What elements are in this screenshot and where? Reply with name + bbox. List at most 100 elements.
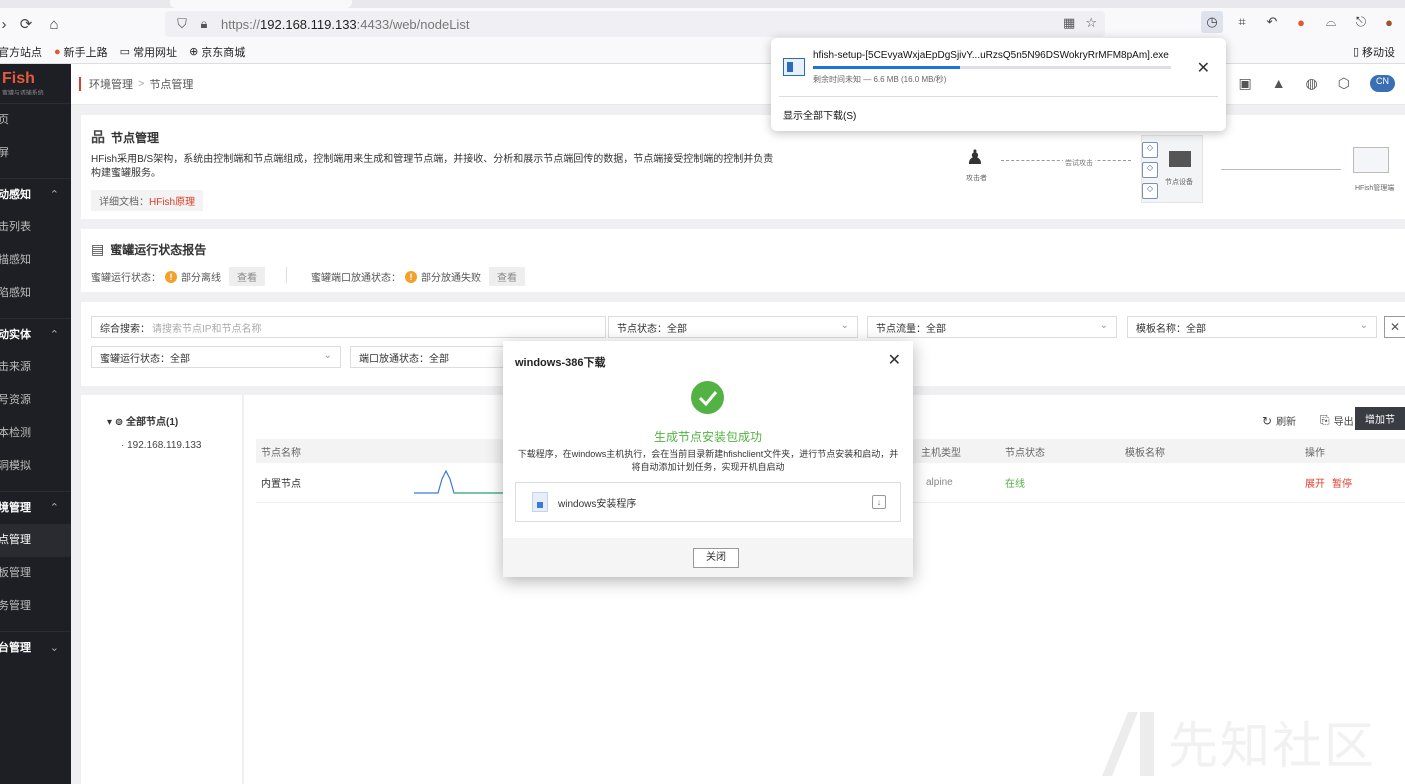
url-text[interactable]: https://192.168.119.133:4433/web/nodeLis… bbox=[221, 17, 469, 32]
sidebar-item-template[interactable]: 板管理 bbox=[0, 557, 71, 590]
installer-file[interactable]: windows安装程序 ↓ bbox=[515, 482, 901, 522]
sidebar-item-account[interactable]: 号资源 bbox=[0, 384, 71, 417]
server-label: HFish管理端 bbox=[1355, 185, 1395, 192]
template-select[interactable]: 模板名称：全部 ⌄ bbox=[1127, 316, 1377, 338]
clear-filter-button[interactable]: ✕ bbox=[1384, 316, 1405, 338]
view-port-button[interactable]: 查看 bbox=[489, 267, 525, 286]
header-op: 操作 bbox=[1305, 447, 1325, 459]
shield-icon: ◇ bbox=[1142, 162, 1158, 178]
qr-icon[interactable]: ▦ bbox=[1063, 15, 1075, 31]
node-tree: ▾ ⊚ 全部节点(1) · 192.168.119.133 bbox=[81, 395, 243, 784]
cookie-icon[interactable]: ● bbox=[1378, 11, 1400, 33]
run-status: 蜜罐运行状态：! 部分离线 查看 bbox=[91, 267, 265, 286]
extension-icon[interactable]: ● bbox=[1290, 11, 1312, 33]
doc-link-box: 详细文档：HFish原理 bbox=[91, 190, 204, 211]
folder-icon: ▭ bbox=[119, 46, 131, 58]
shield-icon[interactable]: ⛉ bbox=[173, 16, 191, 32]
watermark-logo bbox=[1102, 712, 1154, 776]
screen-icon[interactable]: ▣ bbox=[1238, 75, 1251, 92]
sidebar-item-screen[interactable]: 屏 bbox=[0, 137, 71, 170]
watermark: 先知社区 bbox=[1098, 706, 1376, 778]
globe-icon: ⊕ bbox=[189, 46, 199, 58]
tree-root[interactable]: ▾ ⊚ 全部节点(1) bbox=[107, 413, 178, 428]
firefox-icon: ● bbox=[54, 45, 61, 58]
download-panel: hfish-setup-[5CEvyaWxjaEpDgSjivY...uRzsQ… bbox=[771, 38, 1226, 131]
bookmark-mobile[interactable]: ▯ 移动设 bbox=[1353, 44, 1395, 60]
sidebar-item-attack-list[interactable]: 击列表 bbox=[0, 211, 71, 244]
settings-icon[interactable]: ⬡ bbox=[1338, 75, 1350, 92]
close-button[interactable]: 关闭 bbox=[693, 548, 739, 568]
sidebar-group-entity[interactable]: 动实体 ⌃ bbox=[0, 318, 71, 351]
add-node-button[interactable]: 增加节 bbox=[1355, 407, 1405, 430]
forward-icon[interactable]: › bbox=[0, 14, 14, 34]
toolbar: › ⟳ ⌂ ⛉ 🔒︎ https://192.168.119.133:4433/… bbox=[0, 8, 1405, 40]
attempt-label: 尝试攻击 bbox=[1063, 158, 1095, 168]
sidebar-item-node[interactable]: 点管理 bbox=[0, 524, 71, 557]
reload-icon[interactable]: ⟳ bbox=[16, 14, 36, 34]
lock-icon[interactable]: 🔒︎ bbox=[195, 16, 213, 32]
honeypot-status-select[interactable]: 蜜罐运行状态：全部 ⌄ bbox=[91, 346, 341, 368]
pause-link[interactable]: 暂停 bbox=[1332, 463, 1352, 502]
current-tab[interactable] bbox=[170, 0, 352, 8]
intro-title: 品节点管理 bbox=[91, 129, 160, 145]
bookmark-official[interactable]: 官方站点 bbox=[0, 44, 42, 60]
sidebar-item-source[interactable]: 击来源 bbox=[0, 351, 71, 384]
download-icon[interactable]: ↓ bbox=[872, 495, 886, 509]
shield-icon: ◇ bbox=[1142, 142, 1158, 158]
star-icon[interactable]: ☆ bbox=[1085, 15, 1097, 31]
node-flow-select[interactable]: 节点流量：全部 ⌄ bbox=[867, 316, 1117, 338]
download-meta: 剩余时间未知 — 6.6 MB (16.0 MB/秒) bbox=[813, 75, 947, 84]
success-text: 生成节点安装包成功 bbox=[653, 430, 762, 444]
undo-icon[interactable]: ↶ bbox=[1261, 11, 1283, 33]
caret-down-icon: ▾ bbox=[107, 417, 115, 428]
progress-fill bbox=[813, 66, 960, 69]
wechat-icon[interactable]: ◍ bbox=[1306, 75, 1318, 92]
chevron-up-icon: ⌃ bbox=[49, 329, 59, 341]
sidebar-item-trap[interactable]: 陷感知 bbox=[0, 277, 71, 310]
cancel-download-icon[interactable]: ✕ bbox=[1197, 58, 1210, 78]
exe-file-icon bbox=[783, 58, 805, 76]
crop-icon[interactable]: ⌗ bbox=[1231, 11, 1253, 33]
monitor-icon bbox=[1353, 147, 1389, 173]
modal-message: 下载程序，在windows主机执行，会在当前目录新建hfishclient文件夹… bbox=[517, 449, 899, 472]
sidebar-group-platform[interactable]: 台管理 ⌄ bbox=[0, 631, 71, 664]
sidebar-item-home[interactable]: 页 bbox=[0, 104, 71, 137]
sidebar-group-perception[interactable]: 动感知 ⌃ bbox=[0, 178, 71, 211]
close-icon[interactable]: ✕ bbox=[888, 350, 901, 370]
sidebar-group-env[interactable]: 境管理 ⌃ bbox=[0, 491, 71, 524]
breadcrumb-env[interactable]: 环境管理 bbox=[89, 76, 133, 92]
tree-leaf[interactable]: · 192.168.119.133 bbox=[121, 440, 201, 451]
expand-link[interactable]: 展开 bbox=[1305, 463, 1325, 502]
cell-name: 内置节点 bbox=[261, 479, 301, 490]
node-group-icon: ⊚ bbox=[114, 417, 126, 428]
search-input[interactable]: 综合搜索： 请搜索节点IP和节点名称 bbox=[91, 316, 606, 338]
download-filename[interactable]: hfish-setup-[5CEvyaWxjaEpDgSjivY...uRzsQ… bbox=[813, 50, 1169, 61]
share-icon[interactable]: ⎋ bbox=[1350, 11, 1372, 33]
mask-icon[interactable]: ⌓ bbox=[1320, 11, 1342, 33]
mobile-icon: ▯ bbox=[1352, 46, 1359, 58]
view-run-button[interactable]: 查看 bbox=[229, 267, 265, 286]
header-template: 模板名称 bbox=[1125, 447, 1165, 459]
sidebar-item-sample[interactable]: 本检测 bbox=[0, 417, 71, 450]
home-icon[interactable]: ⌂ bbox=[44, 14, 64, 34]
sidebar-item-vuln[interactable]: 洞模拟 bbox=[0, 450, 71, 483]
attacker-label: 攻击者 bbox=[966, 175, 987, 182]
sidebar-item-service[interactable]: 务管理 bbox=[0, 590, 71, 623]
rocket-icon[interactable]: ▲ bbox=[1272, 75, 1286, 92]
address-bar[interactable]: ⛉ 🔒︎ https://192.168.119.133:4433/web/no… bbox=[165, 11, 1105, 37]
download-progress bbox=[813, 66, 1171, 69]
downloads-icon[interactable]: ◷ bbox=[1201, 11, 1223, 33]
show-all-downloads[interactable]: 显示全部下载(S) bbox=[783, 107, 856, 122]
refresh-button[interactable]: ↻ 刷新 bbox=[1262, 413, 1296, 429]
file-icon bbox=[532, 492, 548, 512]
bookmark-newbie[interactable]: ● 新手上路 bbox=[54, 44, 108, 60]
sidebar-item-scan[interactable]: 描感知 bbox=[0, 244, 71, 277]
export-button[interactable]: ⎘ 导出 bbox=[1320, 413, 1354, 428]
node-status-select[interactable]: 节点状态：全部 ⌄ bbox=[608, 316, 858, 338]
bookmark-common[interactable]: ▭ 常用网址 bbox=[120, 44, 177, 60]
doc-link[interactable]: HFish原理 bbox=[149, 197, 195, 208]
bookmark-jd[interactable]: ⊕ 京东商城 bbox=[189, 44, 245, 60]
shield-icon: ◇ bbox=[1142, 183, 1158, 199]
modal-footer: 关闭 bbox=[503, 538, 913, 577]
lang-toggle[interactable]: CN bbox=[1370, 75, 1395, 92]
